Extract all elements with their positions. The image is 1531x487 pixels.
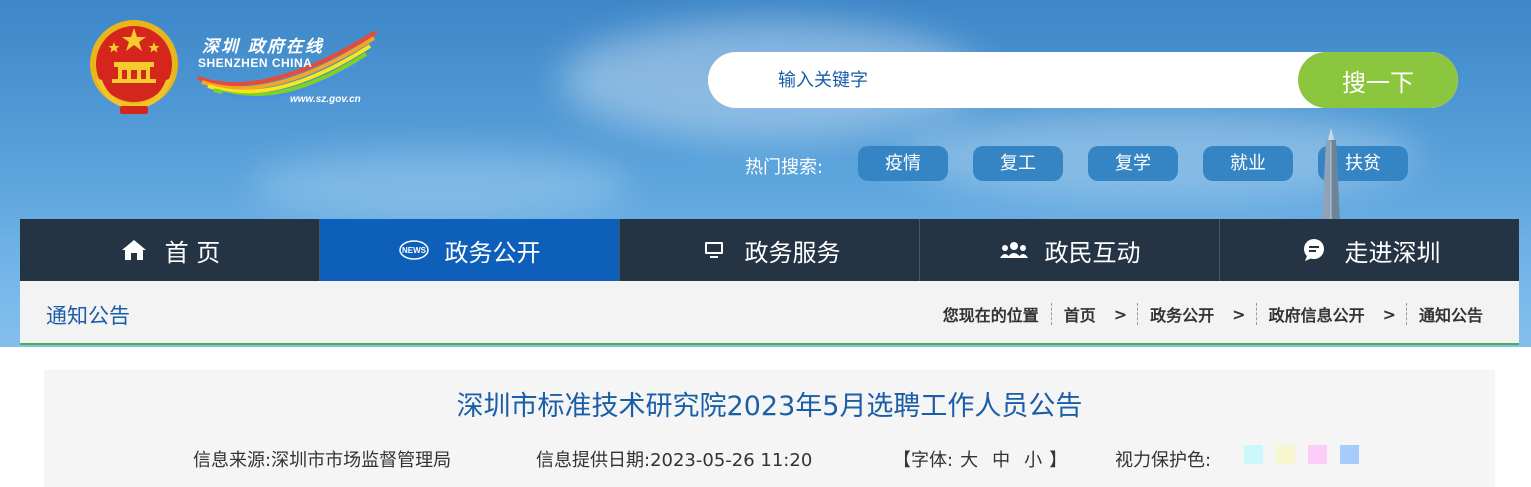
eye-care-swatch-blue[interactable] xyxy=(1340,445,1359,464)
logo-url-text: www.sz.gov.cn xyxy=(290,94,361,105)
breadcrumb: 您现在的位置 首页 > 政务公开 > 政府信息公开 > 通知公告 xyxy=(943,302,1483,326)
home-icon xyxy=(119,238,149,262)
nav-item-label: 首 页 xyxy=(164,238,221,267)
breadcrumb-divider xyxy=(1050,303,1052,325)
svg-text:NEWS: NEWS xyxy=(402,246,427,255)
hot-tag-epidemic[interactable]: 疫情 xyxy=(858,146,948,181)
sky-cloud xyxy=(250,150,630,220)
breadcrumb-prefix: 您现在的位置 xyxy=(942,306,1039,325)
font-size-medium[interactable]: 中 xyxy=(992,450,1010,471)
search-input[interactable] xyxy=(778,52,1358,108)
font-size-large[interactable]: 大 xyxy=(960,450,978,471)
nav-item-gov-affairs-open[interactable]: NEWS 政务公开 xyxy=(320,219,620,281)
eye-care-swatch-cyan[interactable] xyxy=(1244,445,1263,464)
content-area: 深圳市标准技术研究院2023年5月选聘工作人员公告 信息来源:深圳市市场监督管理… xyxy=(0,347,1531,487)
nav-item-label: 政务服务 xyxy=(744,238,841,267)
breadcrumb-arrow: > xyxy=(1232,304,1246,324)
breadcrumb-arrow: > xyxy=(1113,304,1128,324)
eye-care-swatch-yellow[interactable] xyxy=(1276,445,1295,464)
search-box: 搜一下 xyxy=(708,52,1458,108)
nav-item-home[interactable]: 首 页 xyxy=(20,219,320,281)
site-logo[interactable]: 深圳 政府在线 SHENZHEN CHINA www.sz.gov.cn xyxy=(194,30,380,112)
breadcrumb-divider xyxy=(1405,303,1407,325)
hot-tag-resume-work[interactable]: 复工 xyxy=(973,146,1063,181)
nav-item-gov-services[interactable]: 政务服务 xyxy=(620,219,920,281)
nav-item-public-interaction[interactable]: 政民互动 xyxy=(920,219,1220,281)
users-icon xyxy=(999,238,1029,262)
national-emblem-icon xyxy=(90,20,178,114)
breadcrumb-arrow: > xyxy=(1382,304,1396,324)
nav-item-label: 政务公开 xyxy=(444,238,541,267)
nav-item-explore-shenzhen[interactable]: 走进深圳 xyxy=(1220,219,1519,281)
logo-english-text: SHENZHEN CHINA xyxy=(198,56,313,70)
breadcrumb-notices[interactable]: 通知公告 xyxy=(1419,302,1483,326)
nav-item-label: 走进深圳 xyxy=(1344,238,1441,267)
news-icon: NEWS xyxy=(398,238,429,262)
eye-care-label: 视力保护色: xyxy=(1115,450,1212,471)
article-title: 深圳市标准技术研究院2023年5月选聘工作人员公告 xyxy=(456,391,1083,422)
breadcrumb-divider xyxy=(1137,303,1139,325)
logo-chinese-text: 深圳 政府在线 xyxy=(202,37,324,57)
font-size-small[interactable]: 小 xyxy=(1024,450,1042,471)
info-source: 信息来源:深圳市市场监督管理局 xyxy=(193,450,452,471)
section-title: 通知公告 xyxy=(46,304,130,328)
font-size-close: 】 xyxy=(1049,450,1068,471)
search-button[interactable]: 搜一下 xyxy=(1298,52,1458,108)
monitor-icon xyxy=(699,238,729,262)
font-size-control: 【字体: 大中小】 xyxy=(893,446,1067,472)
chat-bubble-icon xyxy=(1299,238,1329,262)
hot-tag-employment[interactable]: 就业 xyxy=(1203,146,1293,181)
breadcrumb-home[interactable]: 首页 xyxy=(1064,302,1096,326)
skyscraper-icon xyxy=(1322,128,1340,220)
info-date: 信息提供日期:2023-05-26 11:20 xyxy=(536,450,813,471)
breadcrumb-bar: 通知公告 您现在的位置 首页 > 政务公开 > 政府信息公开 > 通知公告 xyxy=(20,281,1519,345)
breadcrumb-gov-info-open[interactable]: 政府信息公开 xyxy=(1269,302,1365,326)
breadcrumb-gov-affairs-open[interactable]: 政务公开 xyxy=(1150,302,1214,326)
nav-item-label: 政民互动 xyxy=(1044,238,1141,267)
hot-tag-resume-school[interactable]: 复学 xyxy=(1088,146,1178,181)
breadcrumb-divider xyxy=(1255,303,1257,325)
font-size-label: 【字体: xyxy=(893,450,954,471)
eye-care-swatch-pink[interactable] xyxy=(1308,445,1327,464)
article-header: 深圳市标准技术研究院2023年5月选聘工作人员公告 信息来源:深圳市市场监督管理… xyxy=(44,370,1495,487)
hot-search-label: 热门搜索: xyxy=(745,157,824,178)
main-nav: 首 页 NEWS 政务公开 政务服务 政民互动 走进深圳 xyxy=(20,219,1519,281)
